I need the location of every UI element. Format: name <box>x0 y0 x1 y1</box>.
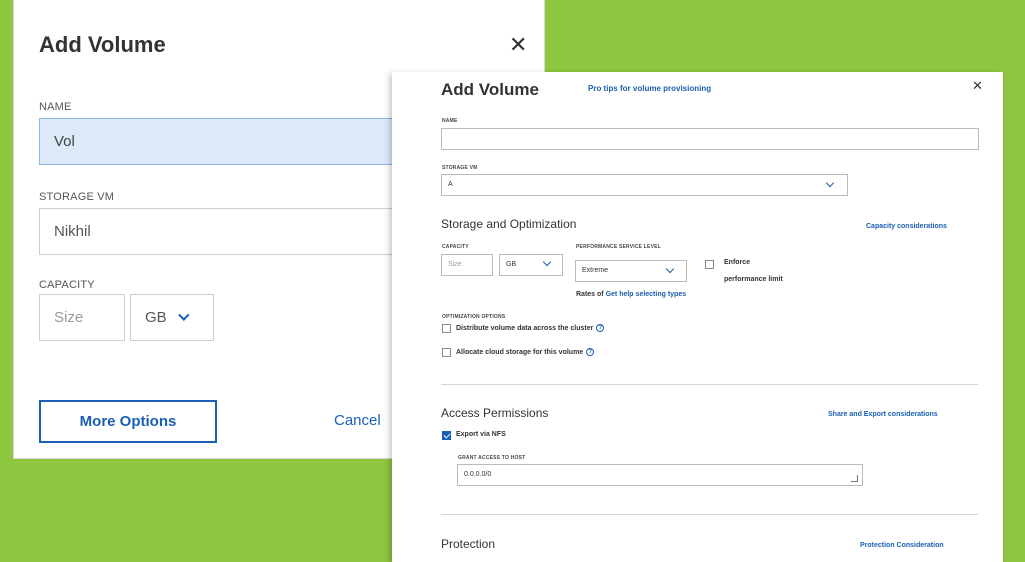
allocate-cloud-checkbox[interactable] <box>442 348 451 357</box>
enforce-limit-checkbox[interactable] <box>705 260 714 269</box>
enforce-label-line1: Enforce <box>724 259 751 266</box>
distribute-volume-label: Distribute volume data across the cluste… <box>456 324 605 332</box>
distribute-volume-checkbox[interactable] <box>442 324 451 333</box>
close-icon[interactable]: ✕ <box>509 34 527 56</box>
unit-value: GB <box>506 261 517 268</box>
enforce-label-line2: performance limit <box>724 276 783 283</box>
dialog-title: Add Volume <box>441 80 539 99</box>
storage-section-heading: Storage and Optimization <box>441 217 577 231</box>
capacity-size-input[interactable]: Size <box>441 254 493 276</box>
storage-vm-value: A <box>448 181 453 188</box>
grant-access-input[interactable]: 0.0.0.0/0 <box>457 464 863 486</box>
storage-vm-label: STORAGE VM <box>442 165 478 171</box>
unit-value: GB <box>145 309 167 326</box>
name-input[interactable]: Vol <box>39 118 419 165</box>
performance-level-label: PERFORMANCE SERVICE LEVEL <box>576 244 661 250</box>
resize-handle-icon[interactable] <box>851 475 858 482</box>
chevron-down-icon <box>177 309 190 321</box>
capacity-considerations-link[interactable]: Capacity considerations <box>866 223 947 230</box>
optimization-options-label: OPTIMIZATION OPTIONS <box>442 314 506 320</box>
capacity-unit-select[interactable]: GB <box>130 294 214 341</box>
name-input[interactable] <box>441 128 979 150</box>
access-section-heading: Access Permissions <box>441 406 549 420</box>
grant-access-label: GRANT ACCESS TO HOST <box>458 455 526 461</box>
distribute-volume-text: Distribute volume data across the cluste… <box>456 324 594 332</box>
capacity-size-input[interactable]: Size <box>39 294 125 341</box>
protection-section-heading: Protection <box>441 537 496 551</box>
share-export-considerations-link[interactable]: Share and Export considerations <box>828 411 938 418</box>
capacity-unit-select[interactable]: GB <box>499 254 563 276</box>
name-label: NAME <box>39 101 72 113</box>
dialog-title: Add Volume <box>39 32 166 57</box>
performance-level-value: Extreme <box>582 267 609 274</box>
capacity-label: CAPACITY <box>39 279 95 291</box>
export-nfs-label: Export via NFS <box>456 431 506 438</box>
divider <box>441 514 978 515</box>
pro-tips-link[interactable]: Pro tips for volume provisioning <box>588 84 711 93</box>
capacity-label: CAPACITY <box>442 244 469 250</box>
export-nfs-checkbox[interactable] <box>442 431 451 440</box>
storage-vm-select[interactable]: A <box>441 174 848 196</box>
add-volume-dialog-advanced: Add Volume Pro tips for volume provision… <box>392 72 1003 562</box>
info-icon[interactable]: ? <box>586 348 595 356</box>
name-label: NAME <box>442 118 458 124</box>
rates-prefix: Rates of <box>576 291 604 298</box>
help-selecting-types-link[interactable]: Get help selecting types <box>606 291 687 298</box>
more-options-button[interactable]: More Options <box>39 400 217 443</box>
allocate-cloud-text: Allocate cloud storage for this volume <box>456 348 584 356</box>
protection-consideration-link[interactable]: Protection Consideration <box>860 542 944 549</box>
close-icon[interactable]: ✕ <box>972 78 983 94</box>
cancel-button[interactable]: Cancel <box>334 412 381 429</box>
info-icon[interactable]: ? <box>596 324 605 332</box>
divider <box>441 384 978 385</box>
storage-vm-label: STORAGE VM <box>39 191 115 203</box>
storage-vm-select[interactable]: Nikhil <box>39 208 419 255</box>
allocate-cloud-label: Allocate cloud storage for this volume? <box>456 348 595 356</box>
rates-text: Rates of Get help selecting types <box>576 291 686 298</box>
